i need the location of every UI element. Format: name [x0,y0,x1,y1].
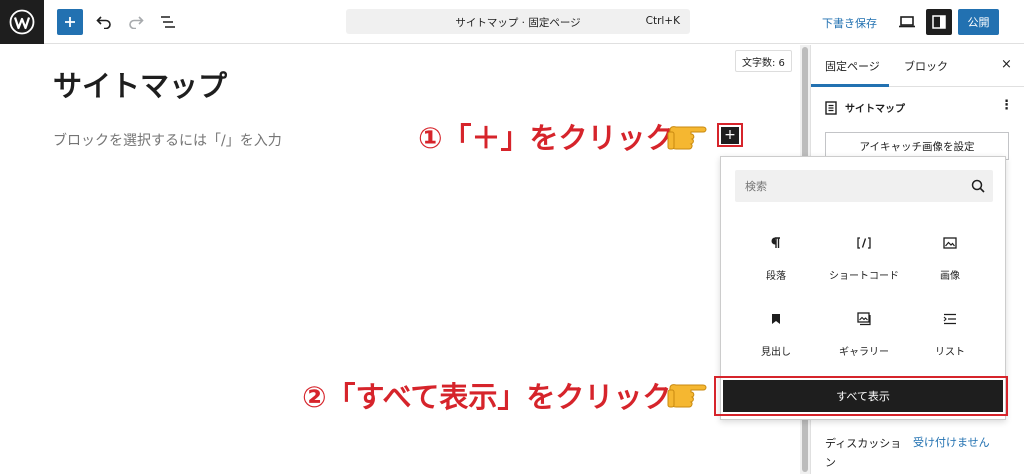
inline-add-block-button[interactable]: + [721,126,739,144]
block-label: リスト [935,347,965,358]
sidebar-doc-title-text: サイトマップ [845,104,905,115]
block-search-input[interactable] [735,170,993,202]
pointing-hand-icon [667,384,707,408]
command-palette-bar[interactable]: サイトマップ · 固定ページ Ctrl+K [346,9,690,34]
page-icon [825,100,837,115]
block-label: ショートコード [829,271,899,282]
heading-icon [731,309,821,329]
tab-page[interactable]: 固定ページ [825,58,880,74]
list-icon [905,309,995,329]
block-label: ギャラリー [839,347,889,358]
document-overview-button[interactable] [157,11,179,33]
annotation-step-2: ②「すべて表示」をクリック [302,374,671,416]
undo-icon [96,16,111,29]
desktop-preview-icon [899,16,915,28]
annotation-step-2-text: ②「すべて表示」をクリック [302,380,672,414]
pointing-hand-icon [667,126,707,150]
wordpress-logo-button[interactable] [0,0,44,44]
annotation-step-1: ①「＋」をクリック [418,115,675,157]
preview-button[interactable] [896,11,918,33]
more-options-button[interactable]: ⋮ [1000,98,1013,113]
document-title: サイトマップ · 固定ページ [455,17,581,29]
image-icon [905,233,995,253]
redo-icon [129,16,144,29]
gallery-icon [819,309,909,329]
block-item-image[interactable]: 画像 [905,233,995,282]
settings-toggle-button[interactable] [926,9,952,35]
discussion-value-link[interactable]: 受け付けません [913,434,990,450]
editor-top-bar: サイトマップ · 固定ページ Ctrl+K 下書き保存 公開 [0,0,1024,44]
block-item-list[interactable]: リスト [905,309,995,358]
block-label: 見出し [761,347,791,358]
sidebar-document-title: サイトマップ [825,100,905,115]
block-placeholder[interactable]: ブロックを選択するには「/」を入力 [53,130,282,150]
shortcode-icon [819,233,909,253]
close-sidebar-button[interactable]: × [1001,57,1012,72]
undo-button[interactable] [93,11,115,33]
publish-button[interactable]: 公開 [958,9,999,35]
inline-add-block-highlight: + [717,123,743,147]
search-icon [971,179,985,193]
list-view-icon [161,16,175,28]
sidebar-icon [932,15,946,29]
save-draft-button[interactable]: 下書き保存 [822,15,877,31]
wordpress-icon [9,9,35,35]
plus-icon [65,17,75,27]
block-item-heading[interactable]: 見出し [731,309,821,358]
block-item-paragraph[interactable]: 段落 [731,233,821,282]
add-block-button[interactable] [57,9,83,35]
keyboard-shortcut: Ctrl+K [645,15,680,27]
block-label: 画像 [940,271,960,282]
block-item-shortcode[interactable]: ショートコード [819,233,909,282]
block-item-gallery[interactable]: ギャラリー [819,309,909,358]
paragraph-icon [731,233,821,253]
tab-block[interactable]: ブロック [904,58,948,74]
word-count-badge: 文字数: 6 [735,50,792,72]
editor-canvas: サイトマップ ブロックを選択するには「/」を入力 文字数: 6 ①「＋」をクリッ… [0,45,800,474]
page-title[interactable]: サイトマップ [53,63,227,105]
active-tab-indicator [811,84,889,87]
sidebar-tabs: 固定ページ ブロック × [811,45,1024,87]
block-label: 段落 [766,271,786,282]
redo-button[interactable] [125,11,147,33]
show-all-blocks-button[interactable]: すべて表示 [723,380,1003,412]
annotation-step-1-text: ①「＋」をクリック [418,121,675,155]
discussion-label: ディスカッション [825,437,902,469]
